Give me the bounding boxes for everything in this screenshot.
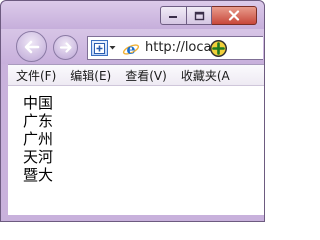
list-item: 暨大: [23, 166, 54, 184]
navigation-bar: e http://loca: [1, 29, 264, 64]
menu-view[interactable]: 查看(V): [117, 67, 173, 84]
text-list: 中国 广东 广州 天河 暨大: [23, 94, 53, 184]
back-button[interactable]: [16, 31, 47, 62]
browser-window: e http://loca 文件(F) 编辑(E) 查看(V) 收藏夹(A 中国…: [0, 0, 265, 222]
forward-arrow-icon: [59, 42, 72, 53]
compatibility-view-icon: [94, 42, 105, 54]
minimize-icon: [169, 15, 177, 18]
list-item: 广东: [23, 112, 54, 130]
title-bar[interactable]: [1, 1, 264, 29]
compatibility-view-button[interactable]: [91, 40, 108, 56]
close-button[interactable]: [212, 6, 257, 25]
window-bottom-border: [1, 215, 264, 221]
maximize-button[interactable]: [187, 6, 212, 25]
menu-bar: 文件(F) 编辑(E) 查看(V) 收藏夹(A: [8, 64, 264, 86]
url-text[interactable]: http://loca: [145, 40, 212, 55]
address-bar[interactable]: e http://loca: [87, 36, 263, 60]
menu-favorites[interactable]: 收藏夹(A: [173, 67, 236, 84]
menu-edit[interactable]: 编辑(E): [62, 67, 117, 84]
go-arrow-icon[interactable]: [209, 39, 228, 58]
caption-buttons: [160, 6, 257, 25]
forward-button[interactable]: [53, 35, 78, 60]
list-item: 中国: [23, 94, 54, 112]
maximize-icon: [194, 11, 204, 20]
list-item: 天河: [23, 148, 54, 166]
ie-logo-icon: e: [122, 42, 140, 58]
menu-file[interactable]: 文件(F): [8, 67, 62, 84]
chevron-down-icon[interactable]: [109, 45, 116, 51]
page-content: 中国 广东 广州 天河 暨大: [8, 86, 264, 215]
minimize-button[interactable]: [160, 6, 187, 25]
close-icon: [228, 10, 240, 21]
back-arrow-icon: [24, 40, 39, 53]
list-item: 广州: [23, 130, 54, 148]
svg-text:e: e: [127, 42, 136, 58]
